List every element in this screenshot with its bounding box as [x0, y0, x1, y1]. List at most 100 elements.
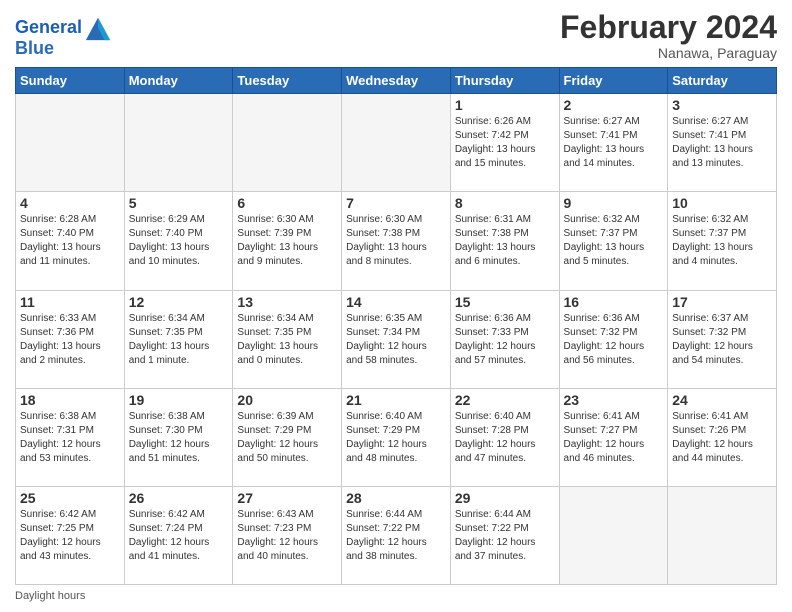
calendar-cell: [233, 94, 342, 192]
day-number: 28: [346, 490, 446, 506]
logo-icon: [84, 14, 112, 42]
day-number: 19: [129, 392, 229, 408]
day-detail: Sunrise: 6:42 AM Sunset: 7:25 PM Dayligh…: [20, 508, 120, 564]
day-detail: Sunrise: 6:35 AM Sunset: 7:34 PM Dayligh…: [346, 312, 446, 368]
calendar-cell: 10 Sunrise: 6:32 AM Sunset: 7:37 PM Dayli…: [668, 192, 777, 290]
subtitle: Nanawa, Paraguay: [560, 45, 777, 61]
calendar-cell: [559, 486, 668, 584]
calendar-cell: [668, 486, 777, 584]
day-detail: Sunrise: 6:30 AM Sunset: 7:39 PM Dayligh…: [237, 213, 337, 269]
calendar-cell: 4Sunrise: 6:28 AM Sunset: 7:40 PM Daylig…: [16, 192, 125, 290]
day-detail: Sunrise: 6:38 AM Sunset: 7:31 PM Dayligh…: [20, 410, 120, 466]
day-number: 8: [455, 195, 555, 211]
calendar-cell: 15 Sunrise: 6:36 AM Sunset: 7:33 PM Dayli…: [450, 290, 559, 388]
logo: General Blue: [15, 14, 112, 59]
calendar-cell: 26 Sunrise: 6:42 AM Sunset: 7:24 PM Dayli…: [124, 486, 233, 584]
day-detail: Sunrise: 6:32 AM Sunset: 7:37 PM Dayligh…: [564, 213, 664, 269]
day-detail: Sunrise: 6:41 AM Sunset: 7:26 PM Dayligh…: [672, 410, 772, 466]
day-number: 10: [672, 195, 772, 211]
calendar-header-sunday: Sunday: [16, 68, 125, 94]
main-title: February 2024: [560, 10, 777, 45]
day-number: 1: [455, 97, 555, 113]
day-number: 22: [455, 392, 555, 408]
calendar-cell: 6Sunrise: 6:30 AM Sunset: 7:39 PM Daylig…: [233, 192, 342, 290]
day-detail: Sunrise: 6:26 AM Sunset: 7:42 PM Dayligh…: [455, 115, 555, 171]
day-number: 5: [129, 195, 229, 211]
day-detail: Sunrise: 6:33 AM Sunset: 7:36 PM Dayligh…: [20, 312, 120, 368]
day-detail: Sunrise: 6:43 AM Sunset: 7:23 PM Dayligh…: [237, 508, 337, 564]
calendar-cell: 29Sunrise: 6:44 AM Sunset: 7:22 PM Dayli…: [450, 486, 559, 584]
day-number: 25: [20, 490, 120, 506]
day-number: 24: [672, 392, 772, 408]
calendar-cell: 9 Sunrise: 6:32 AM Sunset: 7:37 PM Daylig…: [559, 192, 668, 290]
calendar-cell: 24 Sunrise: 6:41 AM Sunset: 7:26 PM Dayli…: [668, 388, 777, 486]
day-detail: Sunrise: 6:37 AM Sunset: 7:32 PM Dayligh…: [672, 312, 772, 368]
calendar-header-wednesday: Wednesday: [342, 68, 451, 94]
calendar-cell: 22 Sunrise: 6:40 AM Sunset: 7:28 PM Dayli…: [450, 388, 559, 486]
calendar-header-friday: Friday: [559, 68, 668, 94]
day-number: 23: [564, 392, 664, 408]
day-detail: Sunrise: 6:29 AM Sunset: 7:40 PM Dayligh…: [129, 213, 229, 269]
day-detail: Sunrise: 6:36 AM Sunset: 7:33 PM Dayligh…: [455, 312, 555, 368]
page: General Blue February 2024 Nanawa, Parag…: [0, 0, 792, 612]
day-number: 9: [564, 195, 664, 211]
calendar-week-3: 11 Sunrise: 6:33 AM Sunset: 7:36 PM Dayli…: [16, 290, 777, 388]
calendar-cell: [124, 94, 233, 192]
calendar-header-tuesday: Tuesday: [233, 68, 342, 94]
day-number: 2: [564, 97, 664, 113]
day-detail: Sunrise: 6:32 AM Sunset: 7:37 PM Dayligh…: [672, 213, 772, 269]
day-number: 26: [129, 490, 229, 506]
day-detail: Sunrise: 6:38 AM Sunset: 7:30 PM Dayligh…: [129, 410, 229, 466]
footer-label: Daylight hours: [15, 590, 85, 602]
calendar-week-2: 4Sunrise: 6:28 AM Sunset: 7:40 PM Daylig…: [16, 192, 777, 290]
day-detail: Sunrise: 6:40 AM Sunset: 7:28 PM Dayligh…: [455, 410, 555, 466]
day-number: 21: [346, 392, 446, 408]
calendar-cell: 1 Sunrise: 6:26 AM Sunset: 7:42 PM Daylig…: [450, 94, 559, 192]
calendar-cell: 5 Sunrise: 6:29 AM Sunset: 7:40 PM Daylig…: [124, 192, 233, 290]
calendar-header-row: SundayMondayTuesdayWednesdayThursdayFrid…: [16, 68, 777, 94]
calendar-cell: 11 Sunrise: 6:33 AM Sunset: 7:36 PM Dayli…: [16, 290, 125, 388]
calendar-header-saturday: Saturday: [668, 68, 777, 94]
day-detail: Sunrise: 6:30 AM Sunset: 7:38 PM Dayligh…: [346, 213, 446, 269]
calendar-cell: 2 Sunrise: 6:27 AM Sunset: 7:41 PM Daylig…: [559, 94, 668, 192]
day-detail: Sunrise: 6:27 AM Sunset: 7:41 PM Dayligh…: [672, 115, 772, 171]
calendar-header-monday: Monday: [124, 68, 233, 94]
calendar-cell: 18 Sunrise: 6:38 AM Sunset: 7:31 PM Dayli…: [16, 388, 125, 486]
day-number: 4: [20, 195, 120, 211]
day-number: 3: [672, 97, 772, 113]
day-number: 14: [346, 294, 446, 310]
day-number: 7: [346, 195, 446, 211]
day-detail: Sunrise: 6:27 AM Sunset: 7:41 PM Dayligh…: [564, 115, 664, 171]
day-number: 11: [20, 294, 120, 310]
day-number: 13: [237, 294, 337, 310]
day-number: 15: [455, 294, 555, 310]
day-number: 29: [455, 490, 555, 506]
calendar-week-4: 18 Sunrise: 6:38 AM Sunset: 7:31 PM Dayli…: [16, 388, 777, 486]
day-number: 18: [20, 392, 120, 408]
calendar-cell: 12 Sunrise: 6:34 AM Sunset: 7:35 PM Dayli…: [124, 290, 233, 388]
footer: Daylight hours: [15, 590, 777, 602]
calendar-week-5: 25 Sunrise: 6:42 AM Sunset: 7:25 PM Dayli…: [16, 486, 777, 584]
calendar-cell: [342, 94, 451, 192]
calendar-cell: 8Sunrise: 6:31 AM Sunset: 7:38 PM Daylig…: [450, 192, 559, 290]
calendar-cell: 7 Sunrise: 6:30 AM Sunset: 7:38 PM Daylig…: [342, 192, 451, 290]
day-detail: Sunrise: 6:34 AM Sunset: 7:35 PM Dayligh…: [129, 312, 229, 368]
calendar-cell: 25 Sunrise: 6:42 AM Sunset: 7:25 PM Dayli…: [16, 486, 125, 584]
calendar-cell: 19 Sunrise: 6:38 AM Sunset: 7:30 PM Dayli…: [124, 388, 233, 486]
day-number: 16: [564, 294, 664, 310]
calendar-cell: 3 Sunrise: 6:27 AM Sunset: 7:41 PM Daylig…: [668, 94, 777, 192]
day-detail: Sunrise: 6:42 AM Sunset: 7:24 PM Dayligh…: [129, 508, 229, 564]
calendar-cell: 23 Sunrise: 6:41 AM Sunset: 7:27 PM Dayli…: [559, 388, 668, 486]
calendar-cell: 16Sunrise: 6:36 AM Sunset: 7:32 PM Dayli…: [559, 290, 668, 388]
day-number: 12: [129, 294, 229, 310]
calendar-cell: 17Sunrise: 6:37 AM Sunset: 7:32 PM Dayli…: [668, 290, 777, 388]
calendar-cell: [16, 94, 125, 192]
calendar-header-thursday: Thursday: [450, 68, 559, 94]
day-detail: Sunrise: 6:41 AM Sunset: 7:27 PM Dayligh…: [564, 410, 664, 466]
calendar-cell: 13Sunrise: 6:34 AM Sunset: 7:35 PM Dayli…: [233, 290, 342, 388]
day-detail: Sunrise: 6:40 AM Sunset: 7:29 PM Dayligh…: [346, 410, 446, 466]
day-number: 27: [237, 490, 337, 506]
day-detail: Sunrise: 6:39 AM Sunset: 7:29 PM Dayligh…: [237, 410, 337, 466]
day-number: 20: [237, 392, 337, 408]
calendar-cell: 27 Sunrise: 6:43 AM Sunset: 7:23 PM Dayli…: [233, 486, 342, 584]
